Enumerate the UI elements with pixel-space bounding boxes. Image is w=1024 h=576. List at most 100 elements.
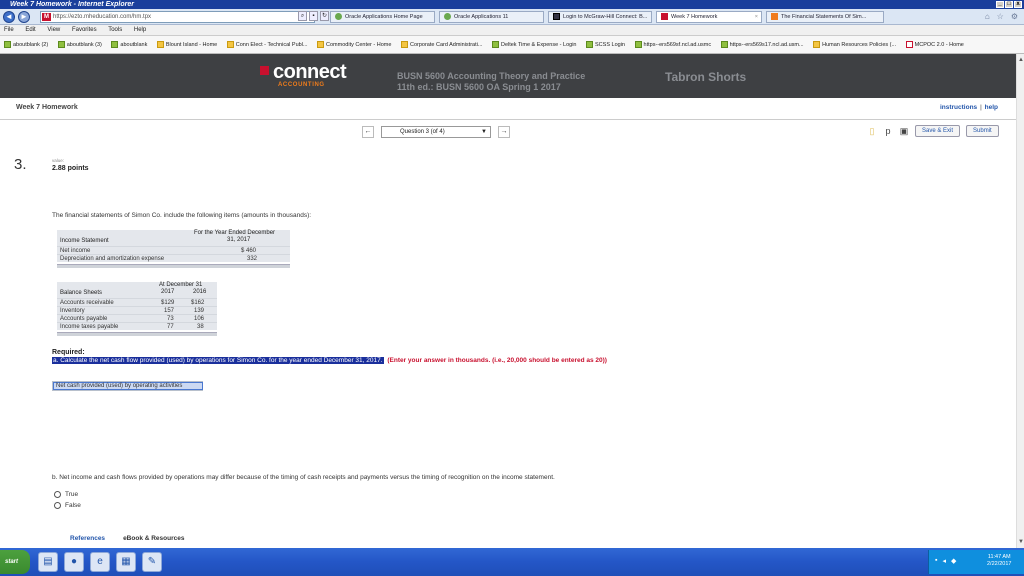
page-icon [586, 41, 594, 49]
menu-favorites[interactable]: Favorites [72, 27, 97, 33]
next-question-button[interactable]: → [498, 126, 510, 138]
folder-icon[interactable]: ▤ [38, 552, 58, 572]
tab-week7-homework[interactable]: Week 7 Homework × [656, 11, 762, 23]
table-row: Inventory 157 139 [57, 306, 217, 314]
save-exit-button[interactable]: Save & Exit [915, 125, 961, 137]
folder-icon [226, 41, 234, 49]
references-tab[interactable]: References [70, 535, 105, 542]
start-button[interactable]: start [0, 550, 30, 574]
tab-oracle-home[interactable]: Oracle Applications Home Page [330, 11, 435, 23]
menu-help[interactable]: Help [134, 27, 146, 33]
favorite-link[interactable]: https--ers569s17.ncl.ad.usm... [720, 36, 804, 53]
question-navigation: ← Question 3 (of 4) ▼ → [362, 126, 510, 138]
menu-file[interactable]: File [4, 27, 14, 33]
address-url: https://ezto.mheducation.com/hm.tpx [53, 14, 152, 20]
network-icon[interactable]: ▪ [935, 557, 937, 565]
table-divider [57, 264, 290, 268]
refresh-icon[interactable]: ↻ [320, 11, 329, 21]
help-link[interactable]: help [985, 104, 998, 111]
radio-button[interactable] [54, 491, 61, 498]
page-scrollbar[interactable]: ▲ ▼ [1016, 54, 1024, 548]
home-icon[interactable]: ⌂ [985, 12, 990, 21]
minimize-button[interactable]: _ [996, 1, 1004, 8]
bookmark-icon[interactable]: ▯ [867, 126, 877, 137]
close-tab-icon[interactable]: × [755, 12, 758, 22]
balance-table-title: Balance Sheets [60, 290, 103, 296]
table-row: Accounts receivable $129 $162 [57, 298, 217, 306]
favorite-link[interactable]: MCPOC 2.0 - Home [905, 36, 964, 53]
tab-oracle-11[interactable]: Oracle Applications 11 [439, 11, 544, 23]
income-table-title: Income Statement [60, 238, 109, 244]
submit-button[interactable]: Submit [966, 125, 999, 137]
taskbar: start ▤ ● e ▦ ✎ ▪ ◂ ◆ 11:47 AM 2/22/2017 [0, 548, 1024, 576]
favorite-link[interactable]: aboutblank (3) [57, 36, 102, 53]
calculator-icon[interactable]: ▦ [116, 552, 136, 572]
instructions-link[interactable]: instructions [940, 104, 977, 111]
answer-input[interactable]: Net cash provided (used) by operating ac… [53, 382, 203, 390]
tab-connect-login[interactable]: Login to McGraw-Hill Connect: B... [548, 11, 652, 23]
site-favicon-icon: M [42, 13, 51, 21]
close-window-button[interactable]: x [1014, 1, 1022, 8]
address-actions: ⌕ ▪ ↻ [298, 11, 329, 21]
favorite-link[interactable]: Conn Elect - Technical Publ... [226, 36, 308, 53]
address-toolbar: ◄ ► M https://ezto.mheducation.com/hm.tp… [0, 9, 1024, 25]
media-player-icon[interactable]: ● [64, 552, 84, 572]
favorites-star-icon[interactable]: ☆ [997, 12, 1004, 21]
paint-icon[interactable]: ✎ [142, 552, 162, 572]
favorite-link[interactable]: aboutblank (2) [4, 36, 48, 53]
connect-logo-subtitle: ACCOUNTING [278, 82, 325, 88]
folder-icon [317, 41, 325, 49]
address-bar[interactable]: M https://ezto.mheducation.com/hm.tpx [40, 11, 315, 23]
ie-icon [335, 13, 342, 21]
tab-financial-statements[interactable]: The Financial Statements Of Sim... [766, 11, 884, 23]
part-a-prompt: a. Calculate the net cash flow provided … [52, 357, 607, 364]
folder-icon [156, 41, 164, 49]
scroll-down-icon[interactable]: ▼ [1017, 538, 1024, 546]
menu-bar: File Edit View Favorites Tools Help [0, 25, 1024, 36]
balance-col-2017: 2017 [161, 289, 175, 295]
connect-logo[interactable]: connect [260, 62, 347, 82]
table-row: Depreciation and amortization expense 332 [57, 254, 290, 262]
clock[interactable]: 11:47 AM 2/22/2017 [987, 554, 1011, 568]
maximize-button[interactable]: □ [1005, 1, 1013, 8]
gear-icon[interactable]: ⚙ [1011, 12, 1018, 21]
favorite-link[interactable]: SCSS Login [586, 36, 625, 53]
question-points: 2.88 points [52, 165, 89, 172]
favorite-link[interactable]: Corporate Card Administrati... [400, 36, 482, 53]
favorite-link[interactable]: Deltek Time & Expense - Login [491, 36, 576, 53]
ie-icon[interactable]: e [90, 552, 110, 572]
menu-view[interactable]: View [47, 27, 60, 33]
mcgraw-hill-logo-icon [260, 66, 269, 75]
question-intro: The financial statements of Simon Co. in… [52, 212, 312, 219]
forward-button[interactable]: ► [18, 11, 30, 23]
speaker-icon[interactable]: ◂ [942, 557, 946, 565]
prev-question-button[interactable]: ← [362, 126, 374, 138]
required-heading: Required: [52, 349, 85, 356]
favorite-link[interactable]: Human Resources Policies (... [813, 36, 896, 53]
chevron-down-icon: ▼ [481, 129, 487, 135]
scroll-up-icon[interactable]: ▲ [1017, 56, 1024, 64]
menu-edit[interactable]: Edit [25, 27, 35, 33]
favorite-link[interactable]: Commodity Center - Home [317, 36, 391, 53]
calculator-icon[interactable]: ▣ [899, 126, 909, 137]
favorite-link[interactable]: https--ers569sf.ncl.ad.usmc [634, 36, 711, 53]
window-controls: _ □ x [996, 1, 1022, 8]
question-select[interactable]: Question 3 (of 4) ▼ [381, 126, 491, 138]
lock-icon[interactable]: ▪ [309, 11, 318, 21]
option-true[interactable]: True [54, 491, 78, 498]
table-row: Income taxes payable 77 38 [57, 322, 217, 330]
shield-icon[interactable]: ◆ [951, 557, 956, 565]
print-icon[interactable]: p [883, 126, 893, 136]
favorite-link[interactable]: aboutblank [111, 36, 147, 53]
income-table-header: For the Year Ended December 31, 2017 Inc… [57, 230, 290, 246]
table-row: Accounts payable 73 106 [57, 314, 217, 322]
radio-button[interactable] [54, 502, 61, 509]
search-icon[interactable]: ⌕ [298, 11, 307, 21]
back-button[interactable]: ◄ [3, 11, 15, 23]
menu-tools[interactable]: Tools [108, 27, 122, 33]
page-icon [720, 41, 728, 49]
option-false[interactable]: False [54, 502, 81, 509]
folder-icon [813, 41, 821, 49]
ebook-resources-tab[interactable]: eBook & Resources [123, 535, 184, 542]
favorite-link[interactable]: Blount Island - Home [156, 36, 217, 53]
